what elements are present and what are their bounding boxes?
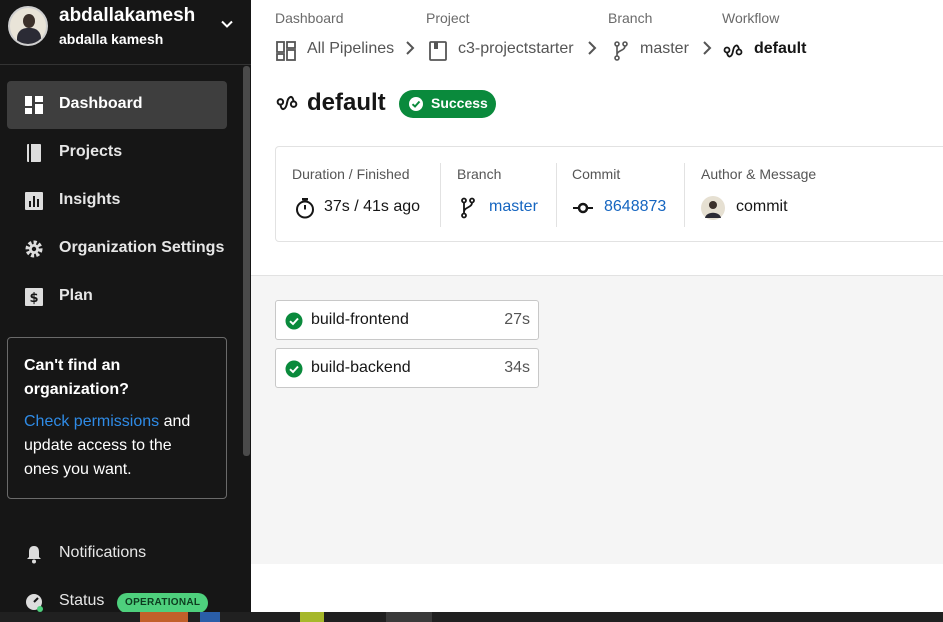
summary-author: Author & Message commit — [701, 147, 941, 243]
chevron-down-icon[interactable] — [219, 16, 235, 32]
sidebar-item-label: Projects — [59, 143, 123, 160]
sidebar: abdallakamesh abdalla kamesh Dashboard P… — [0, 0, 251, 612]
username: abdallakamesh — [59, 5, 196, 26]
branch-icon — [614, 41, 628, 61]
author-avatar — [701, 196, 725, 220]
gear-icon — [25, 240, 43, 258]
check-permissions-link[interactable]: Check permissions — [24, 413, 159, 430]
job-duration: 34s — [504, 359, 530, 376]
taskbar-app-icon[interactable] — [140, 612, 188, 622]
breadcrumb-workflow: Workflow — [722, 10, 779, 28]
chevron-right-icon — [588, 41, 597, 55]
grid-icon — [276, 41, 296, 61]
summary-heading: Commit — [572, 166, 621, 182]
workflow-icon — [276, 95, 298, 111]
os-taskbar — [0, 612, 943, 622]
status-badge: OPERATIONAL — [117, 593, 209, 613]
breadcrumb-project: Project — [426, 10, 470, 28]
divider — [684, 163, 685, 227]
summary-author-message: commit — [736, 198, 788, 215]
summary-commit-link[interactable]: 8648873 — [604, 198, 666, 216]
divider — [440, 163, 441, 227]
org-help-title: Can't find an organization? — [24, 357, 129, 398]
book-icon — [27, 144, 41, 162]
sidebar-item-plan[interactable]: $ Plan — [7, 273, 227, 321]
sidebar-item-label: Notifications — [59, 544, 147, 561]
org-help-box: Can't find an organization? Check permis… — [7, 337, 227, 499]
dashboard-icon — [25, 96, 43, 114]
sidebar-item-projects[interactable]: Projects — [7, 129, 227, 177]
workflow-icon — [723, 44, 743, 58]
summary-commit: Commit 8648873 — [572, 147, 682, 243]
check-circle-icon — [409, 97, 423, 111]
sidebar-item-label: Dashboard — [59, 95, 143, 112]
sidebar-item-label: Insights — [59, 191, 121, 208]
user-full-name: abdalla kamesh — [59, 31, 164, 47]
taskbar-app-icon[interactable] — [386, 612, 432, 622]
divider — [556, 163, 557, 227]
chevron-right-icon — [406, 41, 415, 55]
breadcrumb-value: master — [640, 40, 689, 57]
book-icon — [429, 41, 447, 61]
commit-icon — [573, 202, 593, 214]
taskbar-app-icon[interactable] — [300, 612, 324, 622]
job-build-frontend[interactable]: build-frontend 27s — [275, 300, 539, 340]
divider — [0, 64, 251, 65]
check-circle-icon — [285, 360, 303, 378]
check-circle-icon — [285, 312, 303, 330]
breadcrumb-branch: Branch — [608, 10, 652, 28]
summary-branch-link[interactable]: master — [489, 198, 538, 216]
sidebar-scrollbar[interactable] — [243, 66, 250, 456]
chevron-right-icon — [703, 41, 712, 55]
dollar-icon: $ — [25, 288, 43, 306]
job-duration: 27s — [504, 311, 530, 328]
breadcrumb-dashboard: Dashboard — [275, 10, 344, 28]
org-help-message: Check permissions and update access to t… — [24, 413, 191, 478]
summary-heading: Branch — [457, 166, 502, 182]
bell-icon — [27, 546, 41, 564]
stopwatch-icon — [296, 198, 314, 219]
sidebar-item-insights[interactable]: Insights — [7, 177, 227, 225]
sidebar-item-label: Organization Settings — [59, 239, 225, 256]
status-label: Success — [431, 95, 488, 111]
job-build-backend[interactable]: build-backend 34s — [275, 348, 539, 388]
summary-heading: Author & Message — [701, 166, 817, 182]
gauge-icon — [26, 594, 43, 612]
breadcrumb-heading: Dashboard — [275, 10, 344, 26]
breadcrumb-value: c3-projectstarter — [458, 40, 574, 57]
breadcrumb-heading: Project — [426, 10, 470, 26]
breadcrumb-heading: Branch — [608, 10, 653, 26]
sidebar-item-label: Status — [59, 592, 105, 609]
summary-branch: Branch master — [457, 147, 557, 243]
breadcrumb-value: default — [754, 40, 807, 57]
user-menu[interactable]: abdallakamesh abdalla kamesh — [0, 0, 251, 64]
status-badge: Success — [399, 90, 496, 118]
breadcrumb-value: All Pipelines — [307, 40, 395, 57]
sidebar-item-dashboard[interactable]: Dashboard — [7, 81, 227, 129]
bar-chart-icon — [25, 192, 43, 210]
workflow-summary: Duration / Finished 37s / 41s ago Branch… — [275, 146, 943, 242]
page-title: default — [307, 89, 386, 116]
breadcrumb-heading: Workflow — [722, 10, 780, 26]
svg-text:$: $ — [29, 291, 38, 306]
summary-duration: Duration / Finished 37s / 41s ago — [292, 147, 440, 243]
summary-duration-value: 37s / 41s ago — [324, 198, 421, 215]
summary-heading: Duration / Finished — [292, 166, 410, 182]
job-name: build-backend — [311, 359, 411, 376]
job-name: build-frontend — [311, 311, 409, 328]
sidebar-item-organization-settings[interactable]: Organization Settings — [7, 225, 227, 273]
taskbar-app-icon[interactable] — [200, 612, 220, 622]
avatar — [8, 6, 48, 46]
branch-icon — [461, 197, 475, 219]
sidebar-item-label: Plan — [59, 287, 93, 304]
